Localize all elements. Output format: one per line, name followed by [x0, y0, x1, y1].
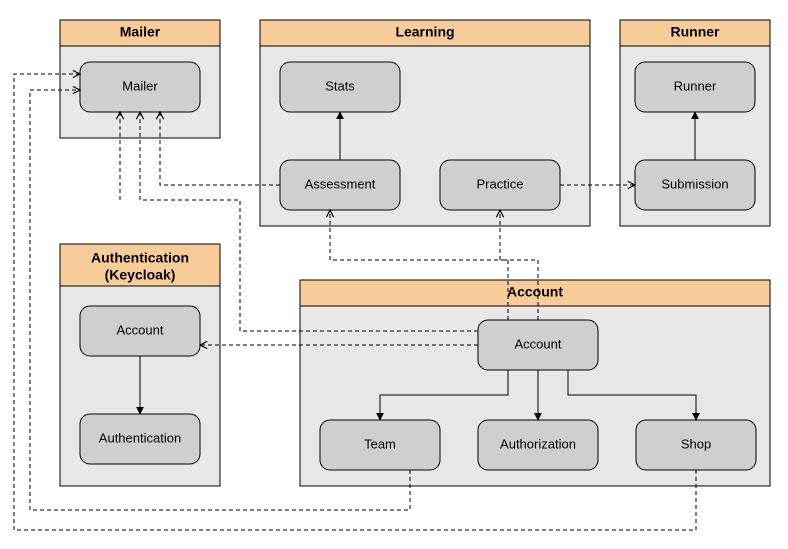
svg-text:Runner: Runner: [674, 78, 717, 93]
svg-text:Practice: Practice: [477, 176, 524, 191]
node-auth-account: Account: [80, 306, 200, 356]
group-runner-title: Runner: [671, 24, 721, 40]
svg-text:Shop: Shop: [681, 436, 711, 451]
svg-text:Account: Account: [515, 336, 562, 351]
node-account-authorization: Authorization: [478, 420, 598, 470]
svg-text:Stats: Stats: [325, 78, 355, 93]
svg-text:Assessment: Assessment: [305, 176, 376, 191]
group-account-title: Account: [507, 284, 563, 300]
group-auth-title-1: Authentication: [91, 250, 189, 266]
architecture-diagram: Mailer Learning Runner Authentication (K…: [0, 0, 788, 549]
node-runner-submission: Submission: [635, 160, 755, 210]
svg-text:Authentication: Authentication: [99, 430, 181, 445]
group-mailer-title: Mailer: [120, 24, 161, 40]
svg-text:Team: Team: [364, 436, 396, 451]
node-learning-practice: Practice: [440, 160, 560, 210]
node-account-team: Team: [320, 420, 440, 470]
node-auth-authentication: Authentication: [80, 414, 200, 464]
group-auth-title-2: (Keycloak): [105, 267, 176, 283]
node-learning-assessment: Assessment: [280, 160, 400, 210]
node-account-account: Account: [478, 320, 598, 370]
group-learning-title: Learning: [395, 24, 454, 40]
node-runner-runner: Runner: [635, 62, 755, 112]
node-mailer-mailer: Mailer: [80, 62, 200, 112]
node-account-shop: Shop: [636, 420, 756, 470]
svg-text:Authorization: Authorization: [500, 436, 576, 451]
node-learning-stats: Stats: [280, 62, 400, 112]
svg-text:Mailer: Mailer: [122, 78, 158, 93]
svg-text:Submission: Submission: [661, 176, 728, 191]
svg-text:Account: Account: [117, 322, 164, 337]
